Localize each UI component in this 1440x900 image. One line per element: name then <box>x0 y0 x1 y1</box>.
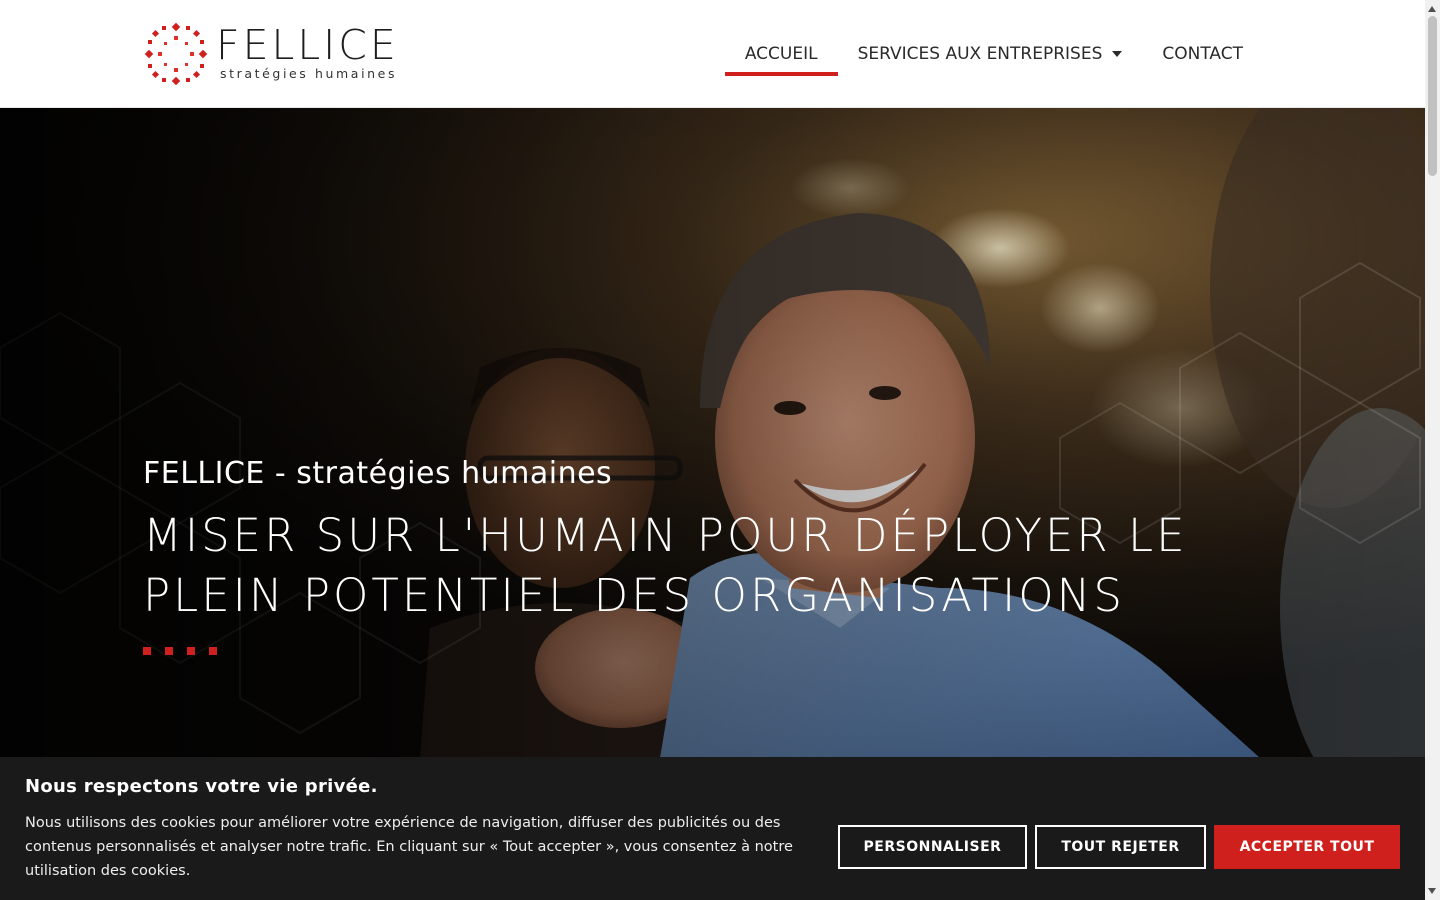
scrollbar-thumb[interactable] <box>1428 16 1437 176</box>
logo-name: FELLICE <box>216 21 399 69</box>
logo-tagline: stratégies humaines <box>220 66 398 81</box>
site-header: FELLICE stratégies humaines ACCUEIL SERV… <box>0 0 1425 108</box>
nav-item-accueil[interactable]: ACCUEIL <box>724 0 838 107</box>
caret-down-icon <box>1112 50 1123 57</box>
nav-item-label: ACCUEIL <box>744 43 818 64</box>
accent-dot <box>143 647 151 655</box>
hero-image <box>0 108 1425 758</box>
fellice-logo[interactable]: FELLICE stratégies humaines <box>144 22 398 86</box>
hero-section: FELLICE - stratégies humaines MISER SUR … <box>0 108 1425 758</box>
accent-dot <box>187 647 195 655</box>
page-scrollbar[interactable] <box>1425 0 1440 900</box>
hero-title: MISER SUR L'HUMAIN POUR DÉPLOYER LE PLEI… <box>143 509 1188 622</box>
nav-item-label: SERVICES AUX ENTREPRISES <box>857 43 1103 64</box>
cookie-title: Nous respectons votre vie privée. <box>25 776 378 797</box>
customize-button[interactable]: PERSONNALISER <box>838 825 1027 869</box>
accent-dot <box>209 647 217 655</box>
main-nav: ACCUEIL SERVICES AUX ENTREPRISES CONTACT <box>724 0 1263 107</box>
scroll-down-arrow-icon[interactable] <box>1428 888 1436 894</box>
logo-mark-icon <box>144 22 208 86</box>
accent-dot <box>165 647 173 655</box>
nav-item-contact[interactable]: CONTACT <box>1142 0 1263 107</box>
hero-subtitle: FELLICE - stratégies humaines <box>143 456 613 491</box>
nav-item-label: CONTACT <box>1162 43 1243 64</box>
cookie-description: Nous utilisons des cookies pour améliore… <box>25 815 793 879</box>
hero-accent-dots <box>143 647 217 655</box>
scroll-up-arrow-icon[interactable] <box>1428 6 1436 12</box>
cookie-banner: Nous respectons votre vie privée. Nous u… <box>0 757 1425 900</box>
accept-all-button[interactable]: ACCEPTER TOUT <box>1214 825 1400 869</box>
reject-all-button[interactable]: TOUT REJETER <box>1035 825 1206 869</box>
nav-item-services[interactable]: SERVICES AUX ENTREPRISES <box>838 0 1143 107</box>
